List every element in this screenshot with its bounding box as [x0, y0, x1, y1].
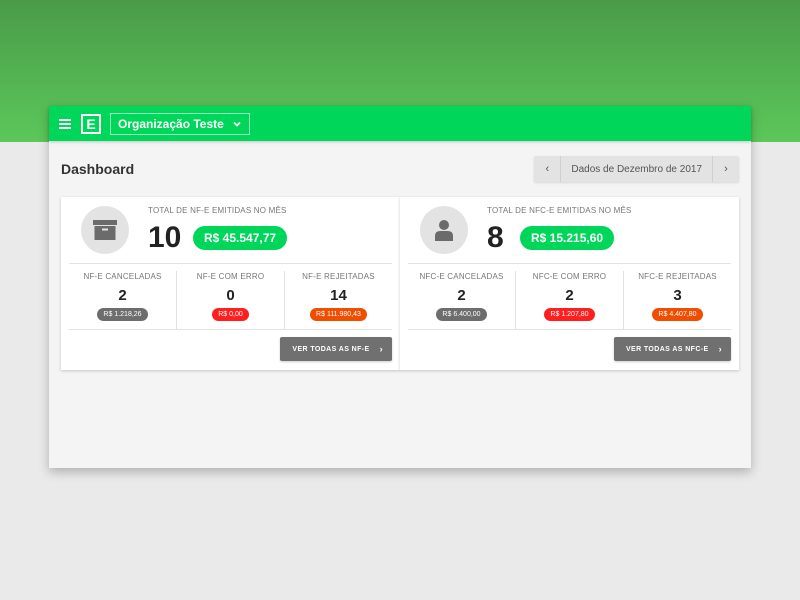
stat-label: NF-E COM ERRO — [196, 272, 265, 281]
card-caption: TOTAL DE NFC-E EMITIDAS NO MÊS — [487, 206, 632, 215]
divider — [408, 263, 731, 264]
card-icon-circle — [81, 206, 129, 254]
app-bar: E Organização Teste — [49, 106, 751, 141]
previous-month-button[interactable]: ‹ — [534, 156, 562, 182]
stat-label: NFC-E CANCELADAS — [419, 272, 504, 281]
view-all-nfe-button[interactable]: VER TODAS AS NF-E › — [280, 337, 392, 361]
total-count: 10 — [148, 221, 182, 254]
stat-canceladas: NF-E CANCELADAS 2 R$ 1.218,26 — [69, 271, 177, 329]
logo-letter: E — [83, 115, 99, 132]
stat-rejeitadas: NF-E REJEITADAS 14 R$ 111.980,43 — [285, 271, 392, 329]
total-value-badge: R$ 45.547,77 — [193, 226, 288, 250]
stat-label: NFC-E COM ERRO — [532, 272, 607, 281]
stat-com-erro: NF-E COM ERRO 0 R$ 0,00 — [177, 271, 285, 329]
stat-label: NF-E CANCELADAS — [83, 272, 162, 281]
app-logo[interactable]: E — [81, 113, 101, 134]
button-label: VER TODAS AS NFC-E — [625, 345, 709, 353]
summary-cards: TOTAL DE NF-E EMITIDAS NO MÊS 10 R$ 45.5… — [61, 197, 739, 370]
user-icon — [435, 220, 453, 241]
stat-count: 0 — [226, 287, 235, 304]
stat-count: 2 — [118, 287, 127, 304]
stats-row: NFC-E CANCELADAS 2 R$ 6.400,00 NFC-E COM… — [408, 271, 731, 329]
stat-label: NFC-E REJEITADAS — [638, 272, 717, 281]
chevron-down-icon — [233, 121, 241, 127]
app-window: E Organização Teste Dashboard ‹ Dados de… — [49, 106, 751, 468]
stat-count: 3 — [673, 287, 682, 304]
divider — [69, 263, 392, 264]
next-month-button[interactable]: › — [712, 156, 739, 182]
stats-row: NF-E CANCELADAS 2 R$ 1.218,26 NF-E COM E… — [69, 271, 392, 329]
date-label: Dados de Dezembro de 2017 — [571, 163, 702, 175]
card-icon-circle — [420, 206, 468, 254]
organization-name: Organização Teste — [118, 116, 224, 131]
stat-count: 2 — [565, 287, 574, 304]
stat-count: 14 — [330, 287, 347, 304]
divider — [408, 329, 731, 330]
divider — [69, 329, 392, 330]
archive-box-icon — [93, 220, 117, 240]
view-all-nfce-button[interactable]: VER TODAS AS NFC-E › — [613, 337, 731, 361]
chevron-right-icon: › — [379, 344, 383, 354]
stat-rejeitadas: NFC-E REJEITADAS 3 R$ 4.407,80 — [624, 271, 731, 329]
nfe-card: TOTAL DE NF-E EMITIDAS NO MÊS 10 R$ 45.5… — [61, 197, 400, 370]
stat-value-badge: R$ 6.400,00 — [436, 308, 487, 321]
chevron-right-icon: › — [718, 344, 722, 354]
hamburger-menu-icon[interactable] — [59, 118, 71, 129]
stat-com-erro: NFC-E COM ERRO 2 R$ 1.207,80 — [516, 271, 624, 329]
card-caption: TOTAL DE NF-E EMITIDAS NO MÊS — [148, 206, 287, 215]
stat-value-badge: R$ 0,00 — [212, 308, 249, 321]
total-count: 8 — [487, 221, 504, 254]
page-title: Dashboard — [61, 161, 135, 177]
main-content: Dashboard ‹ Dados de Dezembro de 2017 › — [49, 141, 751, 370]
card-header: TOTAL DE NF-E EMITIDAS NO MÊS 10 R$ 45.5… — [61, 197, 400, 264]
stat-value-badge: R$ 4.407,80 — [652, 308, 703, 321]
stat-canceladas: NFC-E CANCELADAS 2 R$ 6.400,00 — [408, 271, 516, 329]
total-value-badge: R$ 15.215,60 — [520, 226, 615, 250]
button-label: VER TODAS AS NF-E — [292, 345, 370, 353]
organization-select[interactable]: Organização Teste — [110, 112, 250, 135]
card-header: TOTAL DE NFC-E EMITIDAS NO MÊS 8 R$ 15.2… — [400, 197, 739, 264]
nfce-card: TOTAL DE NFC-E EMITIDAS NO MÊS 8 R$ 15.2… — [400, 197, 739, 370]
stat-value-badge: R$ 111.980,43 — [310, 308, 367, 321]
stat-value-badge: R$ 1.207,80 — [544, 308, 595, 321]
date-navigator: ‹ Dados de Dezembro de 2017 › — [534, 156, 739, 182]
stat-label: NF-E REJEITADAS — [302, 272, 375, 281]
stat-count: 2 — [457, 287, 466, 304]
stat-value-badge: R$ 1.218,26 — [97, 308, 148, 321]
title-row: Dashboard ‹ Dados de Dezembro de 2017 › — [61, 141, 739, 197]
